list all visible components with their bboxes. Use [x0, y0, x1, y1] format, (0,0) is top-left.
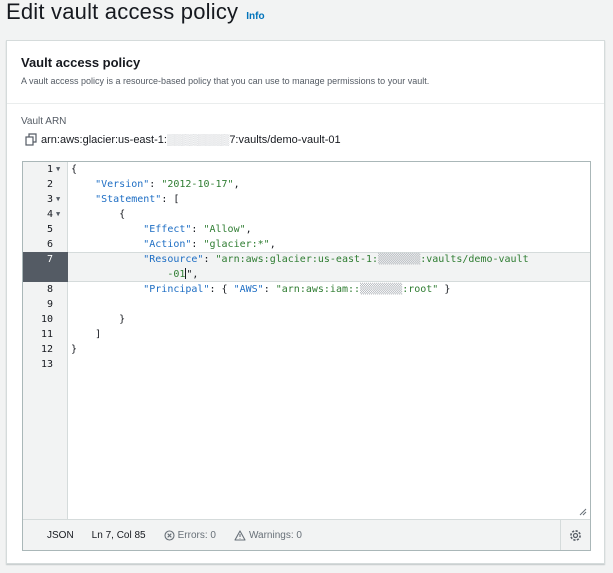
vault-arn-row: arn:aws:glacier:us-east-1: ▒▒▒▒▒▒▒▒ 7:va…	[25, 133, 341, 146]
vault-arn-prefix: arn:aws:glacier:us-east-1:	[41, 133, 167, 146]
line-number: 12	[40, 344, 53, 355]
gear-icon	[570, 529, 581, 541]
editor-status-bar: JSON Ln 7, Col 85 Errors: 0 Warnings: 0	[23, 519, 590, 550]
code-line[interactable]: "Effect": "Allow",	[71, 222, 251, 237]
line-number: 2	[46, 179, 53, 190]
vault-arn-label: Vault ARN	[21, 116, 67, 127]
line-number: 1 ▼	[46, 162, 61, 177]
cursor-position: Ln 7, Col 85	[91, 529, 146, 541]
code-line[interactable]: {	[71, 162, 77, 177]
errors-toggle[interactable]: Errors: 0	[164, 530, 216, 541]
language-mode: JSON	[47, 529, 74, 541]
section-description: A vault access policy is a resource-base…	[21, 76, 430, 86]
code-line[interactable]: ]	[71, 327, 101, 342]
code-line[interactable]: }	[71, 312, 125, 327]
error-icon	[164, 529, 175, 541]
container-header: Vault access policy A vault access polic…	[7, 41, 604, 104]
fold-arrow-icon[interactable]: ▼	[56, 192, 60, 207]
line-number: 11	[40, 329, 53, 340]
line-number: 6	[46, 239, 53, 250]
line-number: 10	[40, 314, 53, 325]
page-header: Edit vault access policy Info	[6, 0, 265, 32]
vault-arn-redacted: ▒▒▒▒▒▒▒▒	[166, 133, 230, 146]
code-line[interactable]: "Principal": { "AWS": "arn:aws:iam::▒▒▒▒…	[71, 282, 450, 297]
fold-arrow-icon[interactable]: ▼	[56, 207, 60, 222]
code-line[interactable]: "Version": "2012-10-17",	[71, 177, 240, 192]
line-number: 4 ▼	[46, 207, 61, 222]
code-line[interactable]: "Statement": [	[71, 192, 179, 207]
line-number: 8	[46, 284, 53, 295]
line-number: 13	[40, 359, 53, 370]
line-number: 9	[46, 299, 53, 310]
warnings-toggle[interactable]: Warnings: 0	[234, 530, 302, 541]
policy-editor[interactable]: 1 ▼ 2 3 ▼ 4 ▼ 5 6 7 8 9 10 11 12 13 { "Vers…	[22, 161, 591, 551]
fold-arrow-icon[interactable]: ▼	[56, 162, 60, 177]
line-number-active: 7	[23, 252, 68, 282]
section-title: Vault access policy	[21, 55, 141, 70]
code-line[interactable]: "Action": "glacier:*",	[71, 237, 275, 252]
resize-grip-icon[interactable]	[579, 508, 587, 516]
line-number: 5	[46, 224, 53, 235]
vault-arn-suffix: 7:vaults/demo-vault-01	[229, 133, 341, 146]
page-title: Edit vault access policy	[6, 0, 239, 24]
warning-icon	[234, 529, 246, 541]
editor-settings-button[interactable]	[560, 520, 590, 550]
line-number: 3 ▼	[46, 192, 61, 207]
code-line[interactable]: }	[71, 342, 77, 357]
code-line[interactable]: {	[71, 207, 125, 222]
info-link[interactable]: Info	[246, 11, 264, 22]
code-line-wrapped[interactable]: -01",	[71, 267, 198, 282]
policy-container: Vault access policy A vault access polic…	[6, 40, 605, 564]
code-line-active[interactable]: "Resource": "arn:aws:glacier:us-east-1:▒…	[71, 252, 528, 267]
copy-icon[interactable]	[25, 133, 38, 146]
